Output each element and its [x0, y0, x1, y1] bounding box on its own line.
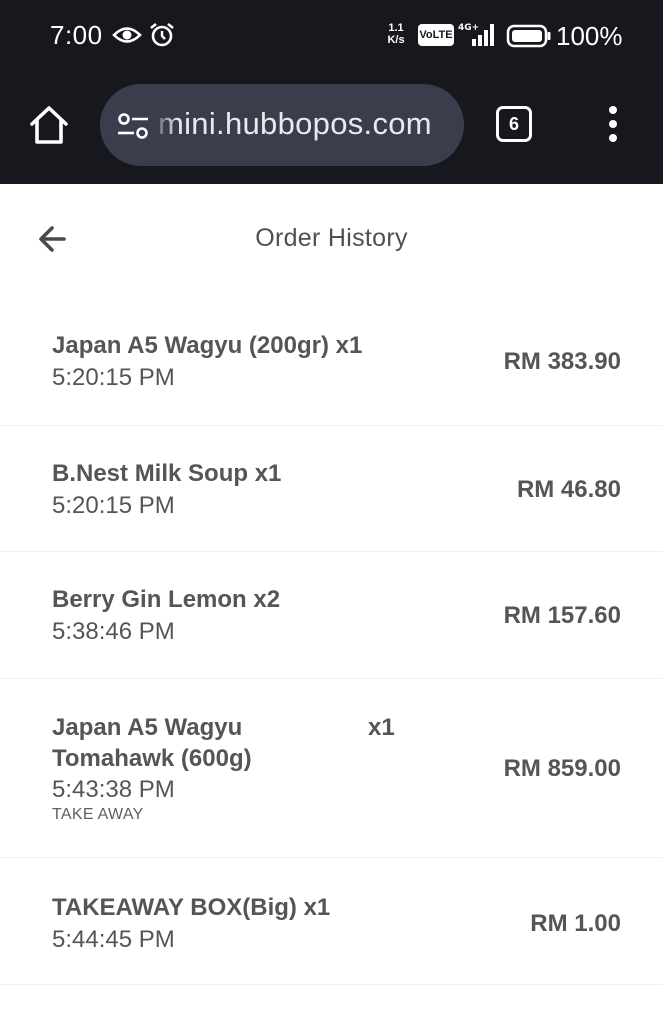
browser-chrome: 7:00 1.1 K/s VoLTE 4G+ 100% mini.hubbopo…: [0, 0, 663, 184]
order-item-name: Japan A5 Wagyu (200gr) x1: [52, 332, 363, 359]
order-item-note: TAKE AWAY: [52, 806, 144, 823]
alarm-icon: [150, 22, 174, 47]
order-item-quantity: x1: [368, 714, 395, 741]
order-list: Japan A5 Wagyu (200gr) x1 5:20:15 PM RM …: [0, 298, 663, 985]
order-item-name-line1: Japan A5 Wagyu: [52, 714, 243, 741]
site-settings-icon[interactable]: [116, 112, 150, 140]
order-item-price: RM 157.60: [503, 602, 621, 629]
status-time: 7:00: [50, 20, 103, 50]
more-vert-icon[interactable]: [600, 102, 626, 148]
tab-count: 6: [508, 114, 519, 134]
order-item-price: RM 859.00: [503, 755, 621, 782]
order-item-time: 5:44:45 PM: [52, 926, 175, 953]
order-item-name: Japan A5 Wagyu Tomahawk (600g): [52, 712, 282, 774]
battery-icon: [506, 24, 551, 48]
order-item[interactable]: Berry Gin Lemon x2 5:38:46 PM RM 157.60: [0, 552, 663, 679]
url-fade: [150, 84, 178, 166]
order-item-name: Berry Gin Lemon x2: [52, 586, 281, 613]
order-item-name: B.Nest Milk Soup x1: [52, 460, 282, 487]
order-item-name-line2: Tomahawk (600g): [52, 745, 252, 772]
order-item-time: 5:20:15 PM: [52, 364, 175, 391]
eye-icon: [112, 27, 142, 43]
app-header: Order History: [0, 184, 663, 294]
network-speed-unit: K/s: [387, 34, 405, 46]
browser-toolbar: mini.hubbopos.com 6: [0, 72, 663, 184]
url-text[interactable]: mini.hubbopos.com: [158, 106, 458, 142]
order-item[interactable]: Japan A5 Wagyu (200gr) x1 5:20:15 PM RM …: [0, 298, 663, 426]
home-icon[interactable]: [26, 102, 72, 148]
order-item[interactable]: Japan A5 Wagyu Tomahawk (600g) x1 5:43:3…: [0, 679, 663, 858]
network-speed-value: 1.1: [388, 22, 404, 34]
signal-icon: 4G+: [458, 23, 494, 46]
status-bar: 7:00 1.1 K/s VoLTE 4G+ 100%: [0, 0, 663, 72]
order-item-time: 5:43:38 PM: [52, 776, 175, 803]
address-bar[interactable]: mini.hubbopos.com: [100, 84, 464, 166]
order-item-time: 5:38:46 PM: [52, 618, 175, 645]
tabs-icon[interactable]: 6: [496, 106, 532, 142]
order-item-price: RM 46.80: [516, 476, 621, 503]
page-title: Order History: [255, 224, 408, 252]
order-item-price: RM 383.90: [503, 348, 621, 375]
order-item[interactable]: TAKEAWAY BOX(Big) x1 5:44:45 PM RM 1.00: [0, 858, 663, 985]
order-item-name: TAKEAWAY BOX(Big) x1: [52, 894, 331, 921]
order-item-time: 5:20:15 PM: [52, 492, 175, 519]
order-item-price: RM 1.00: [530, 910, 621, 937]
battery-percentage: 100%: [556, 21, 623, 51]
network-speed: 1.1 K/s: [380, 22, 412, 46]
volte-badge: VoLTE: [418, 24, 454, 46]
network-type-label: 4G+: [458, 23, 479, 33]
order-item[interactable]: B.Nest Milk Soup x1 5:20:15 PM RM 46.80: [0, 426, 663, 552]
